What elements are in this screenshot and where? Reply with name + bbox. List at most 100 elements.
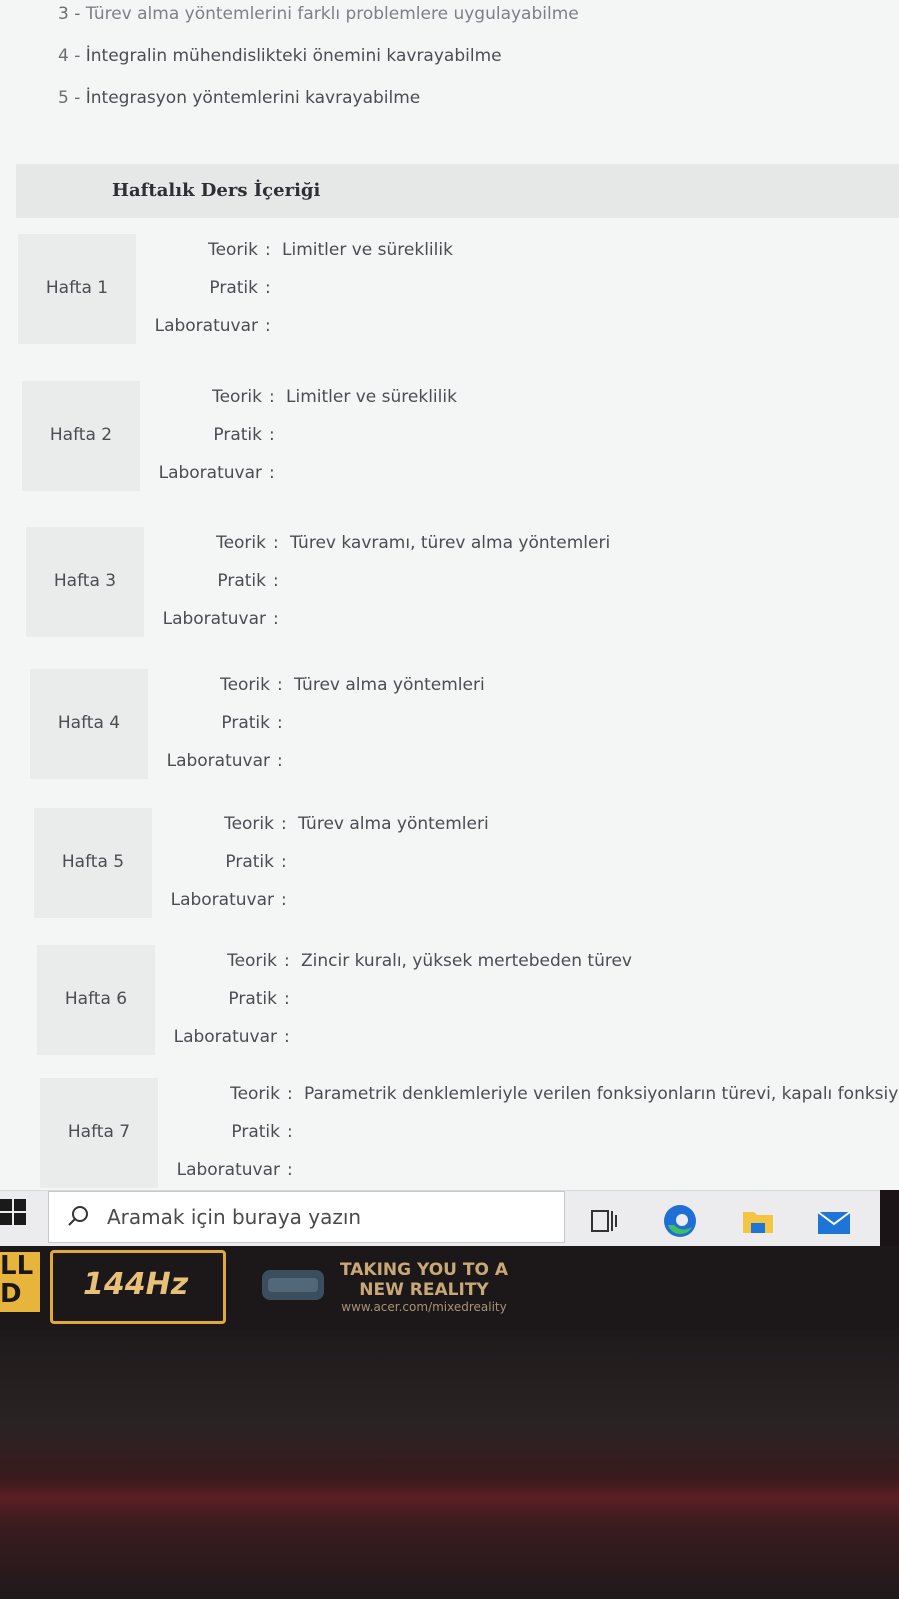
field-colon: : xyxy=(269,463,275,483)
field-colon: : xyxy=(284,989,290,1009)
week-label: Hafta 1 xyxy=(45,278,109,298)
teorik-value: Zincir kuralı, yüksek mertebeden türev xyxy=(301,951,632,971)
teorik-label: Teorik xyxy=(216,533,266,553)
mr-line1: TAKING YOU TO A xyxy=(340,1260,509,1280)
pratik-label: Pratik xyxy=(231,1122,280,1142)
week-label-cell: Hafta 3 xyxy=(26,527,144,637)
teorik-label: Teorik xyxy=(230,1084,280,1104)
laboratuvar-label: Laboratuvar xyxy=(154,316,258,336)
objective-3: 3 - Türev alma yöntemlerini farklı probl… xyxy=(58,4,579,24)
field-colon: : xyxy=(273,571,279,591)
objective-text: Türev alma yöntemlerini farklı problemle… xyxy=(85,4,579,24)
browser-page: 3 - Türev alma yöntemlerini farklı probl… xyxy=(0,0,899,1190)
week-label-cell: Hafta 4 xyxy=(30,669,148,779)
week-label: Hafta 3 xyxy=(53,571,117,591)
field-colon: : xyxy=(265,240,271,260)
fhd-badge: LL D xyxy=(0,1252,40,1312)
teorik-value: Türev alma yöntemleri xyxy=(294,675,485,695)
laptop-keyboard-area xyxy=(0,1331,899,1599)
week-label-cell: Hafta 2 xyxy=(22,381,140,491)
windows-taskbar: Aramak için buraya yazın xyxy=(0,1190,880,1247)
field-colon: : xyxy=(287,1084,293,1104)
week-label-cell: Hafta 5 xyxy=(34,808,152,918)
week-row: Hafta 3 Teorik: Türev kavramı, türev alma … xyxy=(26,527,899,637)
week-label: Hafta 5 xyxy=(61,852,125,872)
laboratuvar-label: Laboratuvar xyxy=(173,1027,277,1047)
field-colon: : xyxy=(265,278,271,298)
field-colon: : xyxy=(277,751,283,771)
field-colon: : xyxy=(269,425,275,445)
pratik-label: Pratik xyxy=(228,989,277,1009)
week-label-cell: Hafta 6 xyxy=(37,945,155,1055)
week-row: Hafta 1 Teorik: Limitler ve süreklilik Prat… xyxy=(18,234,898,344)
field-colon: : xyxy=(287,1160,293,1180)
field-colon: : xyxy=(284,951,290,971)
week-label-cell: Hafta 7 xyxy=(40,1078,158,1188)
teorik-label: Teorik xyxy=(220,675,270,695)
field-colon: : xyxy=(277,713,283,733)
teorik-value: Limitler ve süreklilik xyxy=(286,387,457,407)
field-colon: : xyxy=(284,1027,290,1047)
mixed-reality-sticker: TAKING YOU TO A NEW REALITY www.acer.com… xyxy=(340,1260,508,1314)
objective-4: 4 - İntegralin mühendislikteki önemini k… xyxy=(58,46,502,66)
teorik-value: Parametrik denklemleriyle verilen fonksi… xyxy=(304,1084,899,1104)
task-view-icon[interactable] xyxy=(586,1203,622,1239)
objective-number: 3 - xyxy=(58,4,81,24)
mail-icon[interactable] xyxy=(816,1203,852,1239)
teorik-label: Teorik xyxy=(227,951,277,971)
weekly-content-header: Haftalık Ders İçeriği xyxy=(16,164,899,218)
week-label: Hafta 4 xyxy=(57,713,121,733)
edge-icon[interactable] xyxy=(662,1203,698,1239)
field-colon: : xyxy=(281,814,287,834)
week-row: Hafta 5 Teorik: Türev alma yöntemleri Prati… xyxy=(34,808,899,918)
teorik-value: Türev kavramı, türev alma yöntemleri xyxy=(290,533,611,553)
week-row: Hafta 2 Teorik: Limitler ve süreklilik Prat… xyxy=(22,381,899,491)
week-label-cell: Hafta 1 xyxy=(18,234,136,344)
week-label: Hafta 7 xyxy=(67,1122,131,1142)
file-explorer-icon[interactable] xyxy=(740,1203,776,1239)
objective-text: İntegralin mühendislikteki önemini kavra… xyxy=(85,46,502,66)
refresh-rate-badge: 144Hz xyxy=(50,1250,226,1324)
objective-number: 5 - xyxy=(58,88,81,108)
objective-5: 5 - İntegrasyon yöntemlerini kavrayabilm… xyxy=(58,88,420,108)
field-colon: : xyxy=(281,890,287,910)
field-colon: : xyxy=(273,609,279,629)
week-row: Hafta 6 Teorik: Zincir kuralı, yüksek mert… xyxy=(37,945,899,1055)
mr-url: www.acer.com/mixedreality xyxy=(341,1300,507,1314)
pratik-label: Pratik xyxy=(221,713,270,733)
pratik-label: Pratik xyxy=(213,425,262,445)
field-colon: : xyxy=(273,533,279,553)
teorik-label: Teorik xyxy=(212,387,262,407)
objective-text: İntegrasyon yöntemlerini kavrayabilme xyxy=(85,88,421,108)
field-colon: : xyxy=(265,316,271,336)
headset-icon xyxy=(262,1270,324,1300)
week-label: Hafta 2 xyxy=(49,425,113,445)
field-colon: : xyxy=(269,387,275,407)
teorik-label: Teorik xyxy=(208,240,258,260)
laboratuvar-label: Laboratuvar xyxy=(158,463,262,483)
search-icon xyxy=(68,1206,88,1226)
pratik-label: Pratik xyxy=(225,852,274,872)
teorik-value: Limitler ve süreklilik xyxy=(282,240,453,260)
laboratuvar-label: Laboratuvar xyxy=(162,609,266,629)
refresh-rate-text: 144Hz xyxy=(83,1267,189,1302)
laboratuvar-label: Laboratuvar xyxy=(170,890,274,910)
field-colon: : xyxy=(281,852,287,872)
windows-start-icon[interactable] xyxy=(0,1199,28,1227)
week-label: Hafta 6 xyxy=(64,989,128,1009)
pratik-label: Pratik xyxy=(217,571,266,591)
objective-number: 4 - xyxy=(58,46,81,66)
pratik-label: Pratik xyxy=(209,278,258,298)
fhd-badge-text: LL D xyxy=(0,1251,34,1309)
field-colon: : xyxy=(287,1122,293,1142)
taskbar-search-box[interactable]: Aramak için buraya yazın xyxy=(48,1191,565,1243)
field-colon: : xyxy=(277,675,283,695)
laboratuvar-label: Laboratuvar xyxy=(166,751,270,771)
mr-line2: NEW REALITY xyxy=(359,1280,489,1300)
section-title: Haftalık Ders İçeriği xyxy=(112,180,321,201)
week-row: Hafta 7 Teorik: Parametrik denklemleriyle … xyxy=(40,1078,899,1188)
teorik-label: Teorik xyxy=(224,814,274,834)
laboratuvar-label: Laboratuvar xyxy=(176,1160,280,1180)
teorik-value: Türev alma yöntemleri xyxy=(298,814,489,834)
week-row: Hafta 4 Teorik: Türev alma yöntemleri Prati… xyxy=(30,669,899,779)
